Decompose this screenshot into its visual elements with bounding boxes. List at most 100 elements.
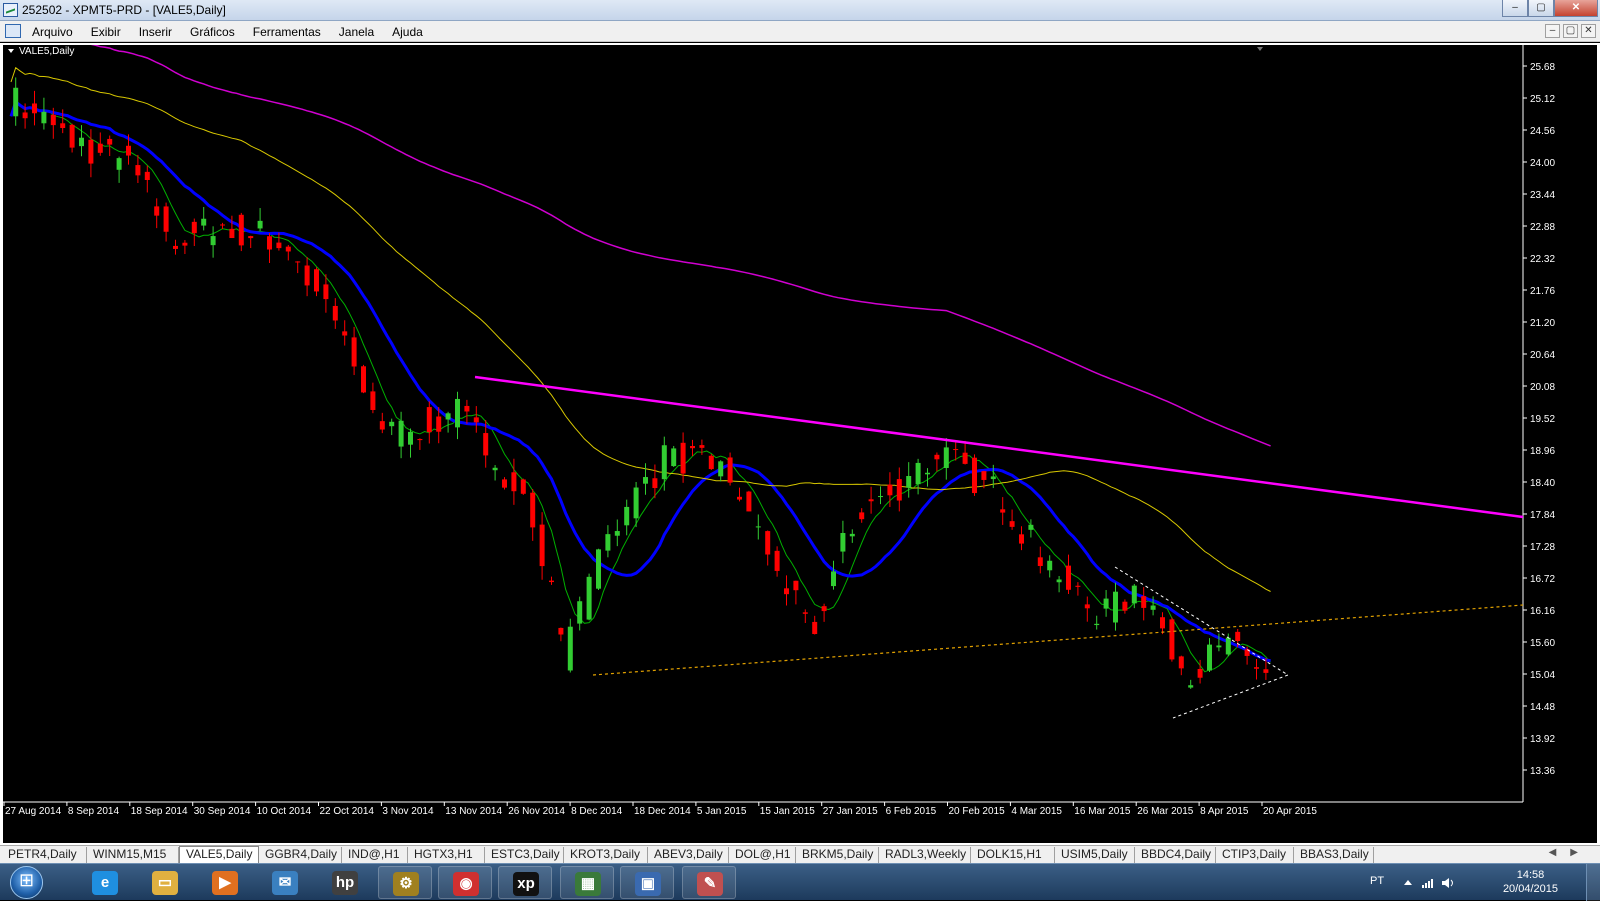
taskbar-media-player-button[interactable]: ▶ <box>198 866 252 899</box>
paint-icon: ✎ <box>697 872 723 896</box>
price-tick-label: 21.76 <box>1530 286 1555 297</box>
date-tick-label: 10 Oct 2014 <box>257 806 312 817</box>
chart-restore-button[interactable]: ▢ <box>1563 24 1578 38</box>
symbol-tab[interactable]: KROT3,Daily <box>564 847 648 863</box>
menu-arquivo[interactable]: Arquivo <box>32 25 73 39</box>
language-indicator[interactable]: PT <box>1370 875 1384 887</box>
symbol-tab[interactable]: CTIP3,Daily <box>1216 847 1294 863</box>
candle <box>596 548 601 591</box>
start-button[interactable] <box>2 864 52 901</box>
date-tick-label: 27 Jan 2015 <box>823 806 878 817</box>
symbol-tab[interactable]: ABEV3,Daily <box>648 847 729 863</box>
document-chart-icon[interactable] <box>5 24 21 38</box>
taskbar: e ▭ ▶ ✉ hp ⚙ ◉ xp ▦ ▣ ✎ PT 14:58 20/04/2015 <box>0 863 1600 901</box>
chart-symbol-label: VALE5,Daily <box>19 46 74 57</box>
system-tray: PT 14:58 20/04/2015 <box>1350 864 1600 901</box>
symbol-tab[interactable]: IND@,H1 <box>342 847 408 863</box>
menu-ajuda[interactable]: Ajuda <box>392 25 423 39</box>
candle <box>361 364 366 394</box>
clock[interactable]: 14:58 20/04/2015 <box>1503 868 1558 896</box>
taskbar-paint-button[interactable]: ✎ <box>682 866 736 899</box>
explorer-icon: ▭ <box>152 871 178 895</box>
taskbar-ie-button[interactable]: e <box>78 866 132 899</box>
date-tick-label: 13 Nov 2014 <box>445 806 502 817</box>
price-tick-label: 14.48 <box>1530 702 1555 713</box>
close-button[interactable]: ✕ <box>1554 0 1598 17</box>
symbol-tab[interactable]: USIM5,Daily <box>1055 847 1135 863</box>
symbol-tab[interactable]: WINM15,M15 <box>87 847 179 863</box>
price-tick-label: 15.60 <box>1530 638 1555 649</box>
candle <box>746 490 752 512</box>
price-tick-label: 21.20 <box>1530 318 1555 329</box>
symbol-tab[interactable]: RADL3,Weekly <box>879 847 971 863</box>
price-tick-label: 18.96 <box>1530 446 1555 457</box>
show-desktop-button[interactable] <box>1586 864 1600 901</box>
title-bar: 252502 - XPMT5-PRD - [VALE5,Daily] – ▢ ✕ <box>0 0 1600 21</box>
symbol-tab[interactable]: BBAS3,Daily <box>1294 847 1374 863</box>
menu-exibir[interactable]: Exibir <box>91 25 121 39</box>
date-tick-label: 20 Apr 2015 <box>1263 806 1317 817</box>
tab-scroll-arrows[interactable]: ◀▶ <box>1549 847 1592 858</box>
chart-close-button[interactable]: ✕ <box>1581 24 1596 38</box>
symbol-tab[interactable]: VALE5,Daily <box>179 846 259 864</box>
media-player-icon: ▶ <box>212 871 238 895</box>
candle <box>238 212 244 252</box>
volume-icon[interactable] <box>1442 878 1453 888</box>
menu-ferramentas[interactable]: Ferramentas <box>253 25 321 39</box>
chrome-icon: ◉ <box>453 872 479 896</box>
price-chart[interactable]: 25.68 25.12 24.56 24.00 23.44 22.88 22.32 21.76… <box>3 45 1597 843</box>
menu-bar: Arquivo Exibir Inserir Gráficos Ferramen… <box>0 21 1600 42</box>
date-tick-label: 16 Mar 2015 <box>1074 806 1131 817</box>
candle <box>567 618 573 673</box>
chart-window: 25.68 25.12 24.56 24.00 23.44 22.88 22.32 21.76… <box>0 43 1600 845</box>
date-tick-label: 8 Dec 2014 <box>571 806 623 817</box>
tools-icon: ⚙ <box>393 872 419 896</box>
date-tick-label: 22 Oct 2014 <box>320 806 375 817</box>
taskbar-hp-button[interactable]: hp <box>318 866 372 899</box>
taskbar-photo-viewer-button[interactable]: ▣ <box>620 866 674 899</box>
metatrader-icon: ▦ <box>575 872 601 896</box>
date-tick-label: 8 Apr 2015 <box>1200 806 1249 817</box>
symbol-tab[interactable]: PETR4,Daily <box>2 847 87 863</box>
show-hidden-icons-icon[interactable] <box>1404 880 1412 885</box>
window-title: 252502 - XPMT5-PRD - [VALE5,Daily] <box>22 3 226 17</box>
windows-logo-icon <box>10 866 43 899</box>
taskbar-mail-button[interactable]: ✉ <box>258 866 312 899</box>
mail-icon: ✉ <box>272 871 298 895</box>
taskbar-explorer-button[interactable]: ▭ <box>138 866 192 899</box>
date-tick-label: 18 Sep 2014 <box>131 806 188 817</box>
date-tick-label: 27 Aug 2014 <box>5 806 62 817</box>
date-tick-label: 26 Mar 2015 <box>1137 806 1194 817</box>
symbol-tab[interactable]: HGTX3,H1 <box>408 847 485 863</box>
menu-graficos[interactable]: Gráficos <box>190 25 235 39</box>
taskbar-metatrader-button[interactable]: ▦ <box>560 866 614 899</box>
price-tick-label: 19.52 <box>1530 414 1555 425</box>
symbol-tab[interactable]: BBDC4,Daily <box>1135 847 1216 863</box>
price-tick-label: 13.36 <box>1530 766 1555 777</box>
symbol-tab[interactable]: GGBR4,Daily <box>259 847 342 863</box>
maximize-button[interactable]: ▢ <box>1528 0 1554 17</box>
taskbar-chrome-button[interactable]: ◉ <box>438 866 492 899</box>
price-tick-label: 22.32 <box>1530 254 1555 265</box>
minimize-button[interactable]: – <box>1502 0 1528 17</box>
taskbar-tools-button[interactable]: ⚙ <box>378 866 432 899</box>
candle <box>727 452 733 486</box>
menu-inserir[interactable]: Inserir <box>139 25 172 39</box>
menu-janela[interactable]: Janela <box>339 25 374 39</box>
symbol-tab[interactable]: DOLK15,H1 <box>971 847 1055 863</box>
date-tick-label: 3 Nov 2014 <box>382 806 434 817</box>
date-tick-label: 30 Sep 2014 <box>194 806 251 817</box>
app-chart-icon <box>3 3 18 17</box>
symbol-tab[interactable]: ESTC3,Daily <box>485 847 564 863</box>
candle <box>520 478 526 495</box>
taskbar-xp-button[interactable]: xp <box>498 866 552 899</box>
symbol-tab[interactable]: BRKM5,Daily <box>796 847 879 863</box>
symbol-tab[interactable]: DOL@,H1 <box>729 847 796 863</box>
chart-window-controls: – ▢ ✕ <box>1545 24 1596 38</box>
candle <box>586 573 592 621</box>
chart-minimize-button[interactable]: – <box>1545 24 1560 38</box>
symbol-tab-bar: PETR4,Daily WINM15,M15 VALE5,Daily GGBR4,Da… <box>0 845 1600 864</box>
clock-time: 14:58 <box>1516 869 1545 881</box>
price-tick-label: 24.00 <box>1530 158 1555 169</box>
network-icon[interactable] <box>1422 879 1433 888</box>
